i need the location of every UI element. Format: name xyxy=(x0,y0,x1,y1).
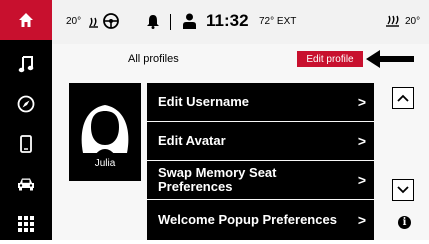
sidebar-item-home[interactable] xyxy=(0,0,52,40)
chevron-down-icon xyxy=(397,186,409,194)
sidebar-item-navigation[interactable] xyxy=(0,84,52,124)
chevron-right-icon: > xyxy=(357,133,367,149)
menu-item-label: Swap Memory Seat Preferences xyxy=(158,165,277,194)
compass-icon xyxy=(17,95,35,113)
status-divider xyxy=(170,14,171,30)
apps-grid-icon xyxy=(18,216,34,232)
menu-item-edit-username[interactable]: Edit Username > xyxy=(147,83,374,121)
profile-avatar[interactable]: Julia xyxy=(69,83,141,181)
menu-item-welcome-popup[interactable]: Welcome Popup Preferences > xyxy=(147,200,374,240)
sidebar-item-apps[interactable] xyxy=(0,204,52,244)
pointer-arrow-icon xyxy=(366,50,414,68)
phone-icon xyxy=(20,135,32,153)
menu-item-swap-memory-seat[interactable]: Swap Memory Seat Preferences > xyxy=(147,161,374,199)
edit-profile-button[interactable]: Edit profile xyxy=(297,51,363,67)
sidebar-item-media[interactable] xyxy=(0,44,52,84)
home-icon xyxy=(19,13,33,27)
passenger-temperature[interactable]: 20° xyxy=(405,16,420,27)
menu-item-label: Edit Avatar xyxy=(158,133,226,148)
menu-item-edit-avatar[interactable]: Edit Avatar > xyxy=(147,122,374,160)
sidebar-item-phone[interactable] xyxy=(0,124,52,164)
driver-temperature[interactable]: 20° xyxy=(66,16,81,27)
music-note-icon xyxy=(18,56,34,73)
menu-item-label: Edit Username xyxy=(158,94,250,109)
user-profile-icon[interactable] xyxy=(183,13,196,29)
scroll-up-button[interactable] xyxy=(392,87,414,109)
sidebar-item-vehicle[interactable] xyxy=(0,164,52,204)
chevron-right-icon: > xyxy=(357,212,367,228)
info-icon[interactable]: i xyxy=(398,216,411,229)
outside-temperature: 72° EXT xyxy=(259,16,297,27)
scroll-down-button[interactable] xyxy=(392,179,414,201)
sidebar xyxy=(0,0,52,240)
passenger-heated-seat-icon[interactable] xyxy=(384,12,400,28)
clock: 11:32 xyxy=(206,11,249,30)
car-icon xyxy=(18,178,34,191)
page-title[interactable]: All profiles xyxy=(128,53,179,65)
chevron-up-icon xyxy=(397,94,409,102)
profile-name: Julia xyxy=(94,158,116,169)
heated-seat-icon[interactable] xyxy=(102,12,120,30)
menu-item-label: Welcome Popup Preferences xyxy=(158,212,337,227)
notification-bell-icon[interactable] xyxy=(146,14,160,29)
chevron-right-icon: > xyxy=(357,94,367,110)
chevron-right-icon: > xyxy=(357,172,367,188)
avatar-silhouette-icon xyxy=(81,105,129,163)
